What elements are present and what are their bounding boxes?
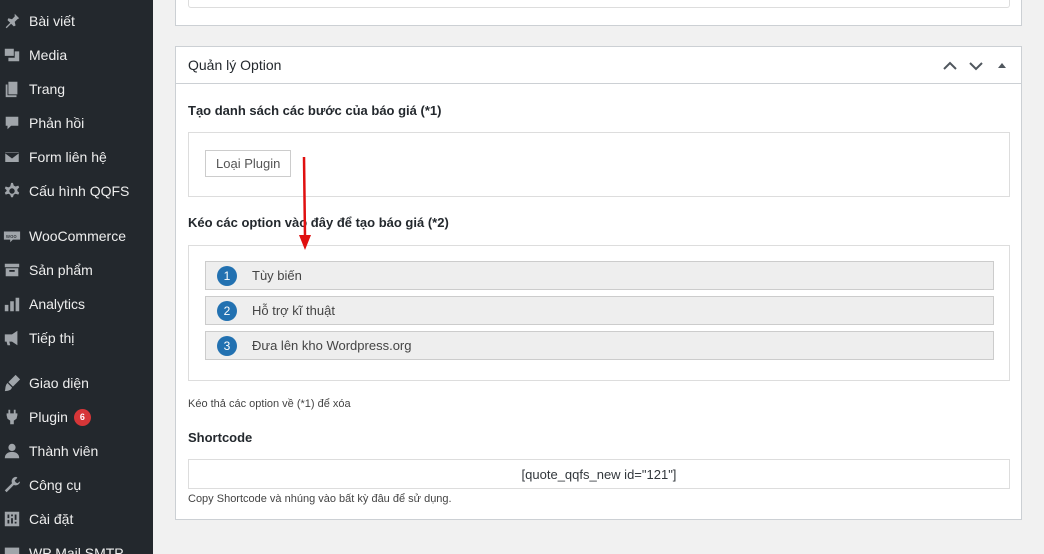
sidebar-item-qqfs-settings[interactable]: Cấu hình QQFS <box>0 174 153 208</box>
sidebar-item-pages[interactable]: Trang <box>0 72 153 106</box>
sidebar-item-label: Công cụ <box>29 477 82 493</box>
move-down-button[interactable] <box>965 55 987 77</box>
drag-hint: Kéo thả các option về (*1) để xóa <box>188 398 351 410</box>
woo-icon: woo <box>2 226 22 246</box>
option-manager-metabox: Quản lý Option Tạo danh sách các bước củ… <box>175 46 1022 520</box>
sidebar-item-label: Bài viết <box>29 13 75 29</box>
page-icon <box>2 79 22 99</box>
svg-text:woo: woo <box>6 234 17 240</box>
update-count-badge: 6 <box>73 408 91 426</box>
option-label: Đưa lên kho Wordpress.org <box>252 338 412 353</box>
sidebar-item-label: Plugin <box>29 409 68 425</box>
settings-icon <box>2 509 22 529</box>
steps-dropzone[interactable]: Loại Plugin <box>188 132 1010 197</box>
option-number: 1 <box>217 265 237 286</box>
shortcode-label: Shortcode <box>188 430 253 445</box>
sidebar-item-users[interactable]: Thành viên <box>0 434 153 468</box>
option-label: Tùy biến <box>252 268 302 283</box>
user-icon <box>2 441 22 461</box>
pin-icon <box>2 11 22 31</box>
sidebar-item-label: Sản phẩm <box>29 262 93 278</box>
chart-bar-icon <box>2 294 22 314</box>
sidebar-item-label: Cấu hình QQFS <box>29 183 130 199</box>
sidebar-item-label: Thành viên <box>29 443 99 459</box>
metabox-header: Quản lý Option <box>176 47 1021 84</box>
option-label: Hỗ trợ kĩ thuật <box>252 303 335 318</box>
admin-sidebar: Bài viết Media Trang Phản hồi Form liên … <box>0 0 153 554</box>
chevron-up-icon <box>943 61 957 70</box>
archive-icon <box>2 260 22 280</box>
sidebar-item-label: Form liên hệ <box>29 149 107 165</box>
option-number: 2 <box>217 300 237 321</box>
chevron-down-icon <box>969 62 983 71</box>
option-item[interactable]: 2 Hỗ trợ kĩ thuật <box>205 296 994 325</box>
media-icon <box>2 45 22 65</box>
option-item[interactable]: 1 Tùy biến <box>205 261 994 290</box>
steps-label: Tạo danh sách các bước của báo giá (*1) <box>188 103 442 118</box>
textarea-bottom[interactable] <box>188 0 1010 8</box>
sidebar-item-comments[interactable]: Phản hồi <box>0 106 153 140</box>
sidebar-item-wp-mail-smtp[interactable]: WP Mail SMTP <box>0 536 153 554</box>
metabox-controls <box>939 55 1013 77</box>
option-number: 3 <box>217 335 237 356</box>
brush-icon <box>2 373 22 393</box>
sidebar-item-label: Giao diện <box>29 375 89 391</box>
shortcode-hint: Copy Shortcode và nhúng vào bất kỳ đâu đ… <box>188 493 452 505</box>
comment-icon <box>2 113 22 133</box>
plugin-type-button[interactable]: Loại Plugin <box>205 150 292 177</box>
megaphone-icon <box>2 328 22 348</box>
sidebar-item-analytics[interactable]: Analytics <box>0 287 153 321</box>
options-dropzone[interactable]: 1 Tùy biến 2 Hỗ trợ kĩ thuật 3 Đưa lên k… <box>188 245 1010 381</box>
sidebar-item-label: Trang <box>29 81 66 97</box>
metabox-title: Quản lý Option <box>188 57 282 73</box>
sidebar-item-label: Tiếp thị <box>29 330 75 346</box>
drag-options-label: Kéo các option vào đây để tạo báo giá (*… <box>188 215 449 230</box>
sidebar-item-label: WooCommerce <box>29 228 126 244</box>
sidebar-item-label: Phản hồi <box>29 115 85 131</box>
sidebar-item-posts[interactable]: Bài viết <box>0 4 153 38</box>
sidebar-item-label: Media <box>29 47 68 63</box>
previous-metabox <box>175 0 1022 26</box>
triangle-up-icon <box>998 63 1006 68</box>
sidebar-item-settings[interactable]: Cài đặt <box>0 502 153 536</box>
wrench-icon <box>2 475 22 495</box>
sidebar-item-media[interactable]: Media <box>0 38 153 72</box>
option-item[interactable]: 3 Đưa lên kho Wordpress.org <box>205 331 994 360</box>
mail-icon <box>2 147 22 167</box>
mail-smtp-icon <box>2 543 22 554</box>
sidebar-item-contact-form[interactable]: Form liên hệ <box>0 140 153 174</box>
move-up-button[interactable] <box>939 55 961 77</box>
toggle-panel-button[interactable] <box>991 55 1013 77</box>
sidebar-item-label: Analytics <box>29 296 86 312</box>
sidebar-item-label: WP Mail SMTP <box>29 545 124 554</box>
sidebar-item-marketing[interactable]: Tiếp thị <box>0 321 153 355</box>
sidebar-item-plugins[interactable]: Plugin 6 <box>0 400 153 434</box>
sidebar-item-products[interactable]: Sản phẩm <box>0 253 153 287</box>
gear-icon <box>2 181 22 201</box>
sidebar-item-label: Cài đặt <box>29 511 74 527</box>
sidebar-item-appearance[interactable]: Giao diện <box>0 366 153 400</box>
sidebar-item-woocommerce[interactable]: woo WooCommerce <box>0 219 153 253</box>
shortcode-field[interactable] <box>188 459 1010 489</box>
plug-icon <box>2 407 22 427</box>
sidebar-item-tools[interactable]: Công cụ <box>0 468 153 502</box>
